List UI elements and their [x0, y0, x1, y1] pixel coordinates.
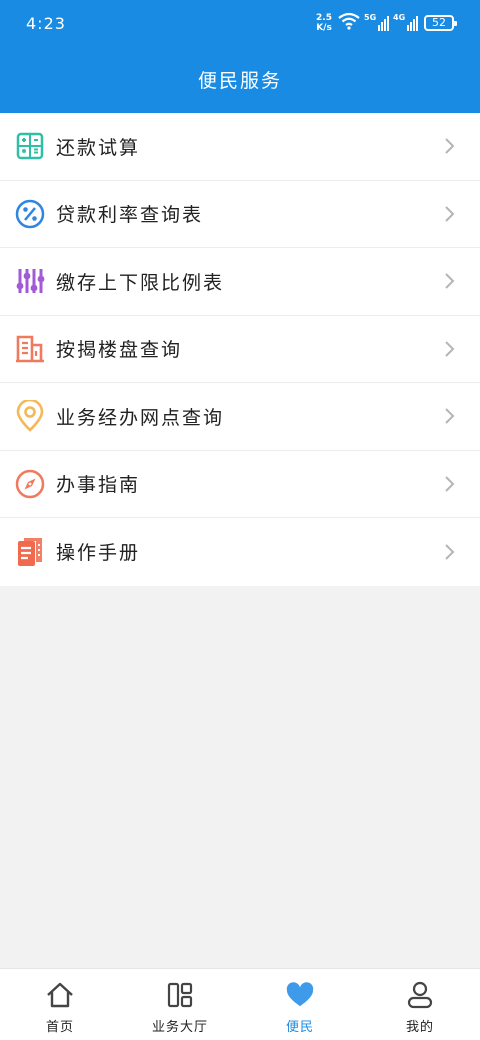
tab-convenience[interactable]: 便民 [240, 969, 360, 1040]
tab-business-hall[interactable]: 业务大厅 [120, 969, 240, 1040]
status-icons: 2.5 K/s 5G 4G 52 [316, 12, 457, 34]
chevron-right-icon [445, 476, 455, 492]
menu-item-label: 贷款利率查询表 [56, 204, 204, 227]
network-speed: 2.5 K/s [316, 13, 332, 33]
network-speed-value: 2.5 [316, 13, 332, 23]
user-icon [406, 981, 434, 1009]
wifi-icon [338, 12, 360, 34]
document-icon [14, 536, 46, 568]
signal-4g-icon: 4G [393, 13, 418, 31]
menu-item-label: 办事指南 [56, 474, 141, 497]
chevron-right-icon [445, 544, 455, 560]
chevron-right-icon [445, 408, 455, 424]
menu-item-loan-rate[interactable]: 贷款利率查询表 [0, 180, 480, 248]
chevron-right-icon [445, 206, 455, 222]
status-bar: 4:23 2.5 K/s 5G 4G 52 [0, 0, 480, 50]
home-icon [46, 981, 74, 1009]
compass-icon [14, 468, 46, 500]
status-time: 4:23 [26, 14, 66, 33]
menu-item-label: 按揭楼盘查询 [56, 339, 183, 362]
menu-item-label: 还款试算 [56, 136, 141, 159]
signal-4g-label: 4G [393, 13, 406, 22]
tab-label: 业务大厅 [151, 1020, 208, 1035]
menu-item-label: 操作手册 [56, 542, 141, 565]
tab-label: 便民 [285, 1020, 314, 1035]
chevron-right-icon [445, 273, 455, 289]
grid-icon [166, 981, 194, 1009]
menu-item-label: 业务经办网点查询 [56, 406, 225, 429]
building-icon [14, 333, 46, 365]
menu-item-deposit-limits[interactable]: 缴存上下限比例表 [0, 248, 480, 316]
network-speed-unit: K/s [316, 23, 332, 33]
tab-label: 我的 [405, 1020, 434, 1035]
menu-item-label: 缴存上下限比例表 [56, 271, 225, 294]
app-header: 4:23 2.5 K/s 5G 4G 52 便民服务 [0, 0, 480, 113]
menu-item-service-outlets[interactable]: 业务经办网点查询 [0, 383, 480, 451]
tab-label: 首页 [45, 1020, 74, 1035]
bottom-tab-bar: 首页 业务大厅 便民 我的 [0, 968, 480, 1040]
menu-item-repayment-calc[interactable]: 还款试算 [0, 113, 480, 181]
chevron-right-icon [445, 341, 455, 357]
page-title: 便民服务 [197, 70, 282, 92]
signal-5g-icon: 5G [364, 13, 389, 31]
heart-icon [286, 981, 314, 1009]
tab-mine[interactable]: 我的 [360, 969, 480, 1040]
menu-item-mortgage-property[interactable]: 按揭楼盘查询 [0, 315, 480, 383]
tab-home[interactable]: 首页 [0, 969, 120, 1040]
battery-icon: 52 [424, 15, 457, 31]
signal-5g-label: 5G [364, 13, 377, 22]
location-pin-icon [14, 400, 46, 433]
chevron-right-icon [445, 138, 455, 154]
percent-icon [14, 198, 46, 230]
calculator-icon [14, 130, 46, 162]
sliders-icon [14, 265, 46, 297]
service-menu: 还款试算 贷款利率查询表 缴存上下限比例表 按揭楼盘查询 业务经办网点查询 办事… [0, 113, 480, 586]
menu-item-user-manual[interactable]: 操作手册 [0, 518, 480, 586]
menu-item-service-guide[interactable]: 办事指南 [0, 450, 480, 518]
